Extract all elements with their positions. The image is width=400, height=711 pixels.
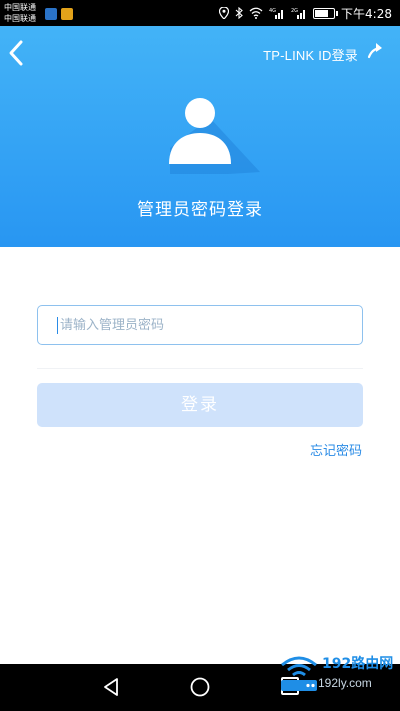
signal-2g-icon: 2G — [291, 8, 306, 19]
divider — [37, 368, 363, 369]
network-label-2: 2G — [291, 8, 298, 14]
signal-4g-icon: 4G — [269, 8, 284, 19]
user-icon — [169, 98, 260, 174]
location-icon — [219, 7, 230, 19]
login-header: TP-LINK ID登录 管理员密码登录 — [0, 26, 400, 247]
watermark: 192路由网 192ly.com — [278, 649, 396, 699]
app-notification-icon — [45, 8, 57, 20]
watermark-domain: 192ly.com — [318, 676, 372, 690]
triangle-back-icon[interactable] — [100, 676, 122, 698]
battery-level — [315, 9, 329, 17]
page-title: 管理员密码登录 — [137, 200, 263, 220]
network-label-1: 4G — [269, 8, 276, 14]
status-bar: 中国联通 中国联通 4G 2G 下午4:28 — [0, 0, 400, 26]
weibo-notification-icon — [61, 8, 73, 20]
carrier-2: 中国联通 — [4, 14, 36, 23]
password-field[interactable] — [37, 305, 363, 345]
clock: 下午4:28 — [341, 6, 392, 21]
password-input[interactable] — [60, 306, 350, 344]
watermark-name: 192路由网 — [322, 656, 394, 672]
text-cursor — [57, 317, 58, 334]
chevron-left-icon[interactable] — [6, 36, 30, 70]
carrier-info: 中国联通 中国联通 — [4, 2, 36, 24]
bluetooth-icon — [235, 7, 243, 19]
carrier-1: 中国联通 — [4, 3, 36, 12]
wifi-icon — [249, 7, 263, 19]
circle-home-icon[interactable] — [189, 676, 211, 698]
battery-icon — [313, 7, 339, 19]
tplink-id-login-link[interactable]: TP-LINK ID登录 — [263, 45, 358, 64]
forgot-password-link[interactable]: 忘记密码 — [310, 440, 362, 459]
status-indicators: 4G 2G 下午4:28 — [219, 5, 392, 21]
router-wifi-icon — [281, 656, 317, 691]
corner-arrow-icon[interactable] — [366, 40, 386, 60]
login-button[interactable]: 登录 — [37, 383, 363, 427]
